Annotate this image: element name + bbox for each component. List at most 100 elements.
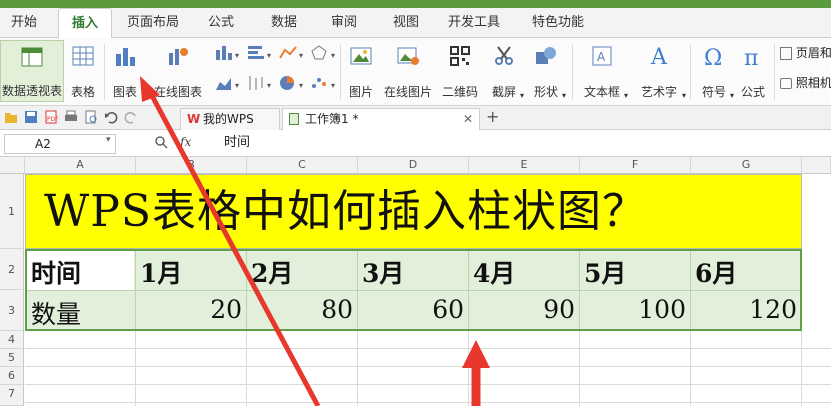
svg-text:A: A xyxy=(597,50,606,64)
cell-c3[interactable]: 80 xyxy=(247,295,353,324)
svg-text:▾: ▾ xyxy=(267,51,271,60)
text-box-button[interactable]: A 文本框 ▾ xyxy=(576,40,628,102)
column-header-b[interactable]: B xyxy=(136,157,247,174)
sheet-title: WPS表格中如何插入柱状图？ xyxy=(44,186,647,237)
column-chart-icon[interactable]: ▾ xyxy=(214,44,242,65)
pdf-export-icon[interactable]: PDF xyxy=(44,110,59,127)
cell-d2[interactable]: 3月 xyxy=(362,254,404,290)
online-picture-button[interactable]: 在线图片 xyxy=(380,40,436,102)
column-header-overflow xyxy=(802,157,831,174)
tab-page-layout[interactable]: 页面布局 xyxy=(118,8,188,38)
select-all-corner[interactable] xyxy=(0,157,25,174)
ribbon-divider xyxy=(572,44,573,100)
cell-a3[interactable]: 数量 xyxy=(31,295,81,331)
column-header-g[interactable]: G xyxy=(691,157,802,174)
online-chart-button[interactable]: 在线图表 xyxy=(146,40,210,102)
formula-button[interactable]: π 公式 xyxy=(736,40,770,102)
svg-text:▾: ▾ xyxy=(267,81,271,90)
camera-button[interactable]: 照相机 xyxy=(780,74,831,91)
ribbon-divider xyxy=(690,44,691,100)
cell-b3[interactable]: 20 xyxy=(136,295,242,324)
row-header-7[interactable]: 7 xyxy=(0,385,24,406)
tab-home[interactable]: 开始 xyxy=(2,8,46,38)
save-icon[interactable] xyxy=(24,110,38,127)
stock-chart-icon[interactable]: ▾ xyxy=(246,74,274,95)
screenshot-button[interactable]: 截屏 ▾ xyxy=(484,40,524,102)
chart-type-icons-row1: ▾ ▾ ▾ ▾ xyxy=(214,44,338,65)
header-footer-icon xyxy=(780,47,792,60)
spreadsheet-doc-icon xyxy=(289,113,299,125)
omega-icon: Ω xyxy=(704,46,722,68)
empty-cells-grid[interactable] xyxy=(25,331,831,406)
pi-icon: π xyxy=(744,46,758,68)
tab-special-features[interactable]: 特色功能 xyxy=(518,8,598,38)
scatter-chart-icon[interactable]: ▾ xyxy=(310,74,338,95)
picture-button[interactable]: 图片 xyxy=(344,40,378,102)
area-chart-icon[interactable]: ▾ xyxy=(214,74,242,95)
column-header-a[interactable]: A xyxy=(25,157,136,174)
tab-developer[interactable]: 开发工具 xyxy=(442,8,506,38)
shapes-button[interactable]: 形状 ▾ xyxy=(526,40,566,102)
radar-chart-icon[interactable]: ▾ xyxy=(310,44,338,65)
qr-code-button[interactable]: 二维码 xyxy=(440,40,480,102)
fx-icon[interactable]: fx xyxy=(180,135,191,149)
redo-icon[interactable] xyxy=(124,110,138,127)
pivot-table-button[interactable]: 数据透视表 xyxy=(0,40,64,102)
row-header-2[interactable]: 2 xyxy=(0,249,24,290)
line-chart-icon[interactable]: ▾ xyxy=(278,44,306,65)
cell-f3[interactable]: 100 xyxy=(580,295,686,324)
cell-d3[interactable]: 60 xyxy=(358,295,464,324)
tab-formulas[interactable]: 公式 xyxy=(196,8,246,38)
new-tab-button[interactable]: + xyxy=(486,107,499,126)
column-header-d[interactable]: D xyxy=(358,157,469,174)
header-footer-button[interactable]: 页眉和 xyxy=(780,44,831,61)
row-header-3[interactable]: 3 xyxy=(0,290,24,331)
print-icon[interactable] xyxy=(64,110,78,127)
cell-a2[interactable]: 时间 xyxy=(31,254,81,290)
undo-icon[interactable] xyxy=(104,110,118,127)
cell-e3[interactable]: 90 xyxy=(469,295,575,324)
cell-e2[interactable]: 4月 xyxy=(473,254,515,290)
row-header-6[interactable]: 6 xyxy=(0,367,24,385)
row-header-5[interactable]: 5 xyxy=(0,349,24,367)
print-preview-icon[interactable] xyxy=(84,110,98,127)
formula-bar: A2 ▾ fx 时间 xyxy=(0,131,831,157)
bar-chart-horizontal-icon[interactable]: ▾ xyxy=(246,44,274,65)
name-box[interactable]: A2 xyxy=(4,134,116,154)
table-button[interactable]: 表格 xyxy=(66,40,100,102)
cell-c2[interactable]: 2月 xyxy=(251,254,293,290)
row-header-4[interactable]: 4 xyxy=(0,331,24,349)
tab-my-wps[interactable]: W 我的WPS xyxy=(180,108,280,130)
cell-f2[interactable]: 5月 xyxy=(584,254,626,290)
grid-divider xyxy=(27,290,800,291)
chart-button[interactable]: 图表 xyxy=(108,40,142,102)
pie-chart-icon[interactable]: ▾ xyxy=(278,74,306,95)
row-header-1[interactable]: 1 xyxy=(0,174,24,249)
tab-insert[interactable]: 插入 xyxy=(58,8,112,39)
tab-data[interactable]: 数据 xyxy=(262,8,306,38)
close-tab-icon[interactable]: ✕ xyxy=(463,109,473,129)
symbol-button[interactable]: Ω 符号 ▾ xyxy=(694,40,734,102)
column-header-e[interactable]: E xyxy=(469,157,580,174)
column-header-c[interactable]: C xyxy=(247,157,358,174)
tab-review[interactable]: 审阅 xyxy=(322,8,366,38)
online-chart-icon xyxy=(169,48,188,65)
svg-text:Ω: Ω xyxy=(704,46,722,68)
cell-g2[interactable]: 6月 xyxy=(695,254,737,290)
tab-workbook1[interactable]: 工作簿1 * ✕ xyxy=(282,108,480,130)
cell-b2[interactable]: 1月 xyxy=(140,254,182,290)
quick-access-toolbar: PDF xyxy=(4,110,138,127)
open-folder-icon[interactable] xyxy=(4,110,18,127)
tab-view[interactable]: 视图 xyxy=(384,8,428,38)
bar-chart-icon xyxy=(116,48,135,66)
cell-g3[interactable]: 120 xyxy=(691,295,797,324)
window-title-strip xyxy=(0,0,831,8)
zoom-lookup-icon[interactable] xyxy=(154,135,168,152)
picture-icon xyxy=(350,47,372,65)
column-header-f[interactable]: F xyxy=(580,157,691,174)
document-tab-bar: PDF W 我的WPS 工作簿1 * ✕ + xyxy=(0,106,831,130)
art-text-button[interactable]: A 艺术字 ▾ xyxy=(632,40,686,102)
formula-input[interactable]: 时间 xyxy=(216,134,828,154)
name-box-dropdown-icon[interactable]: ▾ xyxy=(106,135,111,145)
camera-icon xyxy=(780,78,792,89)
